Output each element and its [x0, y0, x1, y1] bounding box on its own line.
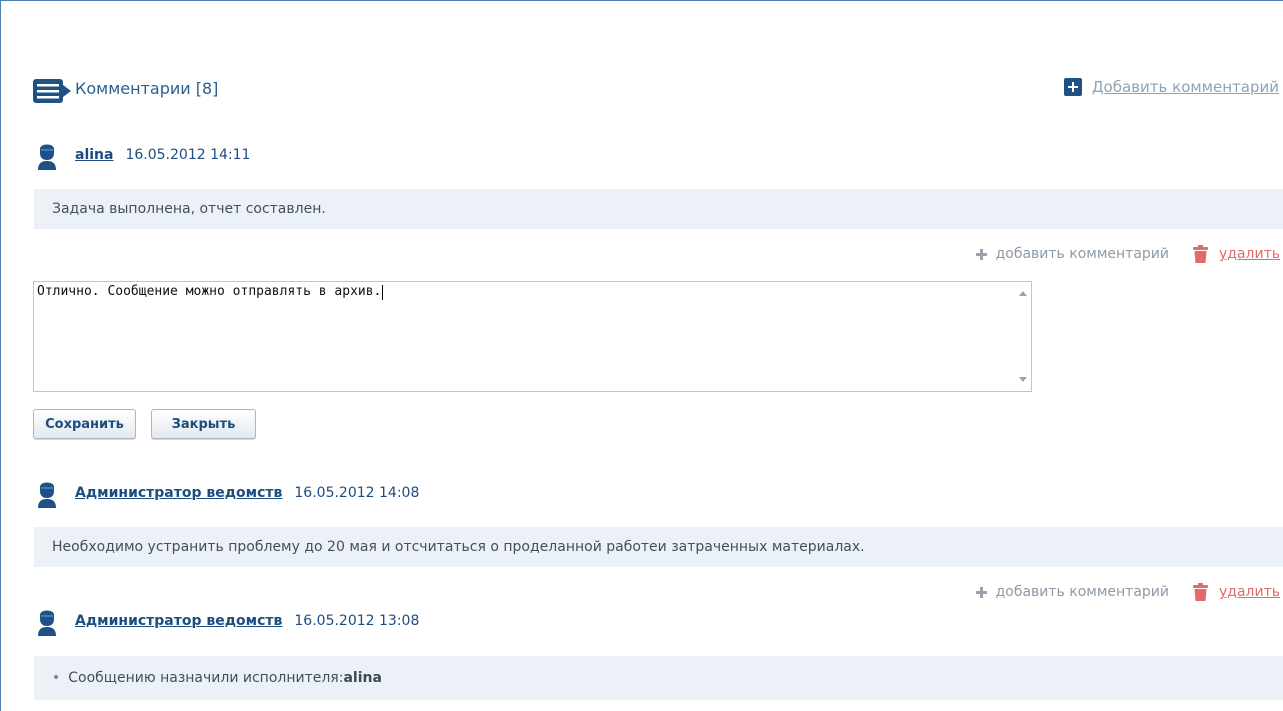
trash-icon [1193, 583, 1208, 601]
comment-text: Необходимо устранить проблему до 20 мая … [34, 527, 1283, 567]
trash-icon [1193, 245, 1208, 263]
event-assignee: alina [343, 670, 382, 686]
user-avatar-icon [38, 482, 56, 508]
comments-panel: Комментарии [8] Добавить комментарий ali… [0, 0, 1283, 711]
plus-icon [975, 586, 987, 598]
comment-event: • Сообщению назначили исполнителя: alina [34, 656, 1283, 700]
comment-text-value: Необходимо устранить проблему до 20 мая … [52, 539, 865, 555]
comment-author-link[interactable]: Администратор ведомств [75, 485, 282, 501]
comment-actions: добавить комментарий удалить [975, 583, 1280, 601]
comment-header: alina 16.05.2012 14:11 [35, 140, 250, 170]
comment-text-value: Задача выполнена, отчет составлен. [52, 201, 326, 217]
close-button[interactable]: Закрыть [151, 409, 256, 439]
comment-text: Задача выполнена, отчет составлен. [34, 189, 1283, 229]
event-text: Сообщению назначили исполнителя: [68, 670, 344, 686]
bullet: • [52, 670, 61, 686]
add-reply-link[interactable]: добавить комментарий [996, 246, 1169, 262]
reply-textarea-value[interactable]: Отлично. Сообщение можно отправлять в ар… [37, 284, 381, 299]
comment-datetime: 16.05.2012 14:11 [125, 147, 251, 163]
add-reply-link[interactable]: добавить комментарий [996, 584, 1169, 600]
reply-textarea[interactable]: Отлично. Сообщение можно отправлять в ар… [33, 281, 1032, 392]
comments-icon [33, 79, 71, 103]
comment-header: Администратор ведомств 16.05.2012 14:08 [35, 478, 419, 508]
plus-square-icon [1063, 78, 1082, 96]
user-avatar-icon [38, 610, 56, 636]
comments-title: Комментарии [8] [75, 79, 219, 98]
comment-datetime: 16.05.2012 14:08 [294, 485, 420, 501]
user-avatar-icon [38, 144, 56, 170]
comment-datetime: 16.05.2012 13:08 [294, 613, 420, 629]
comment-author-link[interactable]: alina [75, 147, 113, 163]
scroll-down-icon[interactable] [1019, 377, 1027, 382]
comment-header: Администратор ведомств 16.05.2012 13:08 [35, 606, 419, 636]
delete-link[interactable]: удалить [1219, 584, 1280, 600]
plus-icon [975, 248, 987, 260]
textarea-scrollbar[interactable] [1014, 282, 1031, 391]
scroll-up-icon[interactable] [1019, 291, 1027, 296]
comment-actions: добавить комментарий удалить [975, 245, 1280, 263]
text-caret [382, 285, 383, 300]
delete-link[interactable]: удалить [1219, 246, 1280, 262]
add-comment-link[interactable]: Добавить комментарий [1092, 78, 1279, 96]
comments-header: Комментарии [8] Добавить комментарий [33, 75, 1283, 105]
comment-author-link[interactable]: Администратор ведомств [75, 613, 282, 629]
add-comment-button[interactable]: Добавить комментарий [1063, 78, 1279, 96]
save-button[interactable]: Сохранить [33, 409, 136, 439]
